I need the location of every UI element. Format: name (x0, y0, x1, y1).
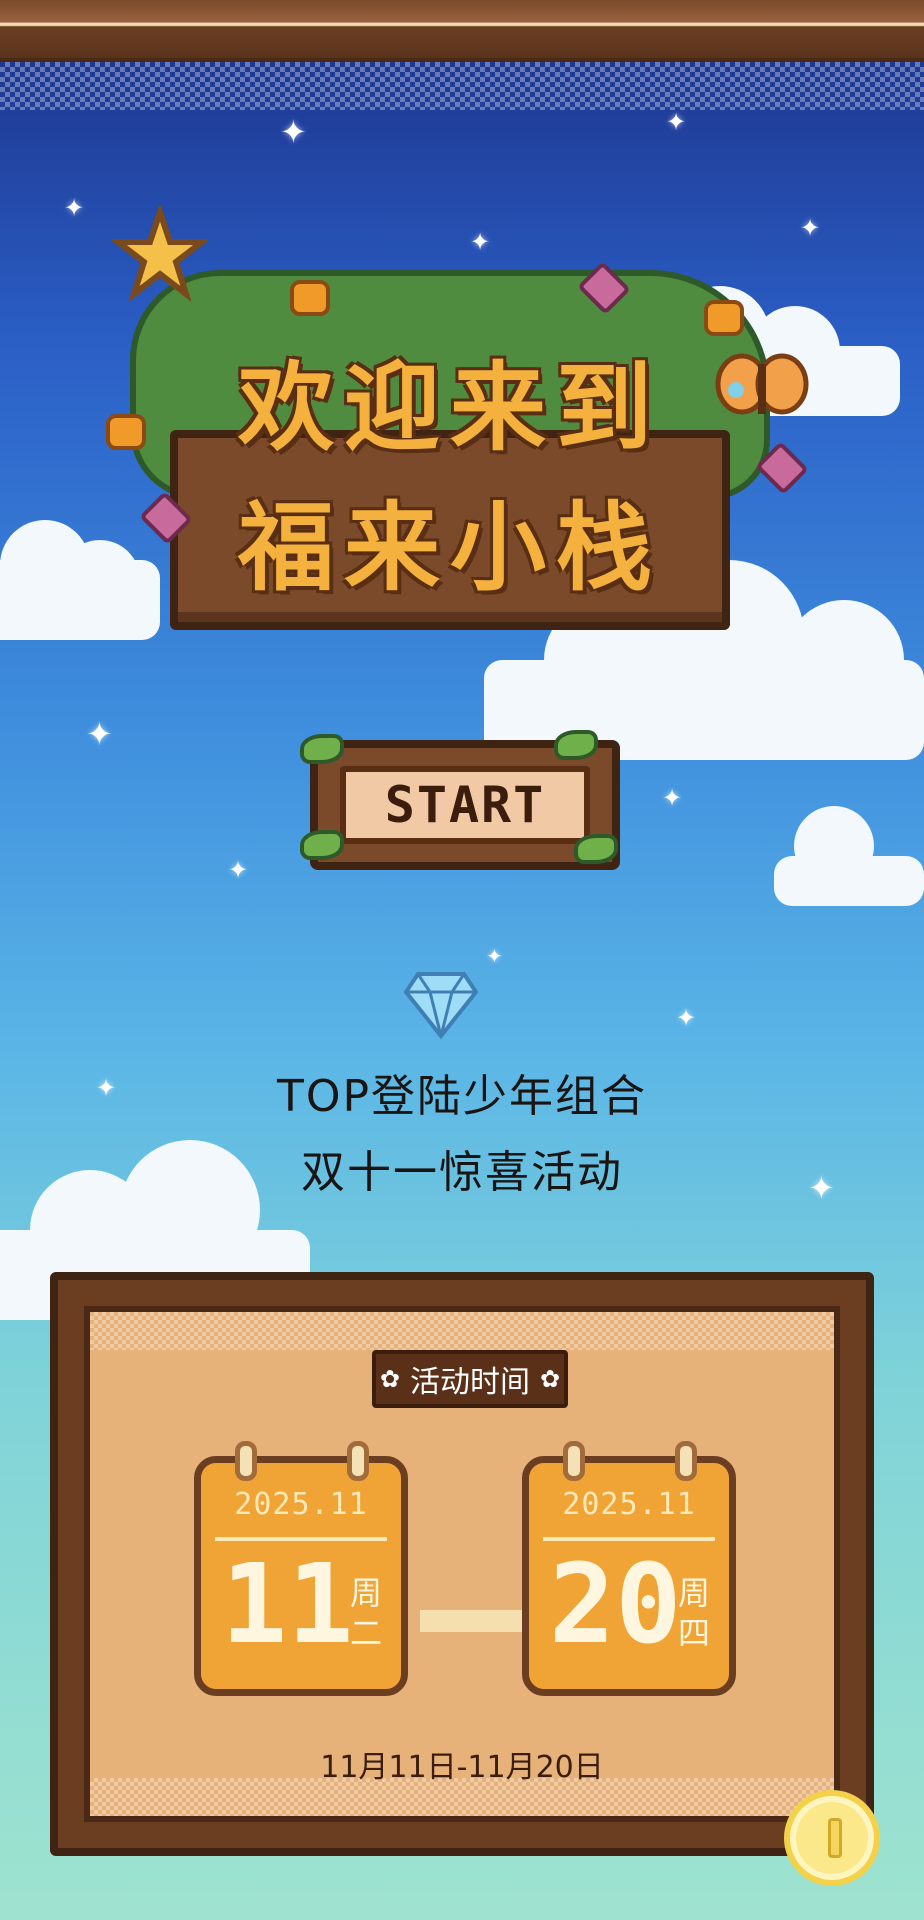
end-day: 20 (549, 1540, 682, 1668)
star-sparkle-icon: ✦ (86, 715, 113, 753)
start-weekday-line-1: 周 (349, 1574, 382, 1612)
activity-time-badge: ✿ 活动时间 ✿ (372, 1350, 568, 1408)
start-year-month: 2025.11 (234, 1487, 368, 1522)
fruit-icon (290, 280, 330, 316)
diamond-icon (404, 972, 478, 1040)
start-date-calendar: 2025.11 11 周 二 (194, 1441, 408, 1696)
start-day: 11 (221, 1540, 354, 1668)
start-weekday: 周 二 (349, 1573, 383, 1653)
end-weekday: 周 四 (677, 1573, 711, 1653)
title-sign: 欢迎来到 福来小栈 (106, 250, 809, 640)
butterfly-icon (715, 353, 809, 415)
star-sparkle-icon: ✦ (64, 194, 85, 222)
title-line-2: 福来小栈 (238, 492, 662, 604)
event-title-line-1: TOP登陆少年组合 (276, 1071, 648, 1122)
end-year-month: 2025.11 (562, 1487, 696, 1522)
activity-time-panel: ✿ 活动时间 ✿ 2025.11 11 周 二 2025.11 20 周 四 1… (50, 1272, 874, 1856)
panel-dither-top (90, 1312, 834, 1350)
flower-icon: ✿ (540, 1365, 561, 1393)
cloud-right-lower (774, 806, 924, 906)
star-sparkle-icon: ✦ (486, 944, 503, 968)
start-button[interactable]: START (300, 730, 620, 870)
star-sparkle-icon: ✦ (676, 1004, 697, 1032)
sky-dither (0, 62, 924, 110)
top-wood-bar (0, 0, 924, 62)
calendar-ring-icon (563, 1441, 585, 1481)
end-weekday-line-1: 周 (677, 1574, 710, 1612)
star-decoration-icon (112, 206, 208, 302)
leaf-icon (300, 830, 344, 860)
coin-mark (828, 1818, 842, 1858)
calendar-ring-icon (675, 1441, 697, 1481)
calendar-ring-icon (347, 1441, 369, 1481)
end-weekday-line-2: 四 (677, 1614, 710, 1652)
activity-time-panel-inner: ✿ 活动时间 ✿ 2025.11 11 周 二 2025.11 20 周 四 1… (84, 1306, 840, 1822)
start-button-label: START (340, 766, 590, 844)
calendar-ring-icon (235, 1441, 257, 1481)
leaf-icon (554, 730, 598, 760)
end-date-calendar: 2025.11 20 周 四 (522, 1441, 736, 1696)
coin-icon[interactable] (784, 1790, 880, 1886)
star-sparkle-icon: ✦ (228, 856, 249, 884)
star-sparkle-icon: ✦ (666, 108, 687, 136)
star-sparkle-icon: ✦ (280, 113, 307, 151)
leaf-icon (574, 834, 618, 864)
leaf-icon (300, 734, 344, 764)
start-weekday-line-2: 二 (349, 1614, 382, 1652)
activity-time-label: 活动时间 (410, 1365, 530, 1400)
calendar-connector (420, 1610, 532, 1632)
event-title-line-2: 双十一惊喜活动 (301, 1147, 623, 1198)
date-range-text: 11月11日-11月20日 (320, 1750, 604, 1785)
title-line-1: 欢迎来到 (238, 352, 662, 464)
star-sparkle-icon: ✦ (800, 214, 821, 242)
flower-icon: ✿ (379, 1365, 400, 1393)
star-sparkle-icon: ✦ (662, 784, 683, 812)
